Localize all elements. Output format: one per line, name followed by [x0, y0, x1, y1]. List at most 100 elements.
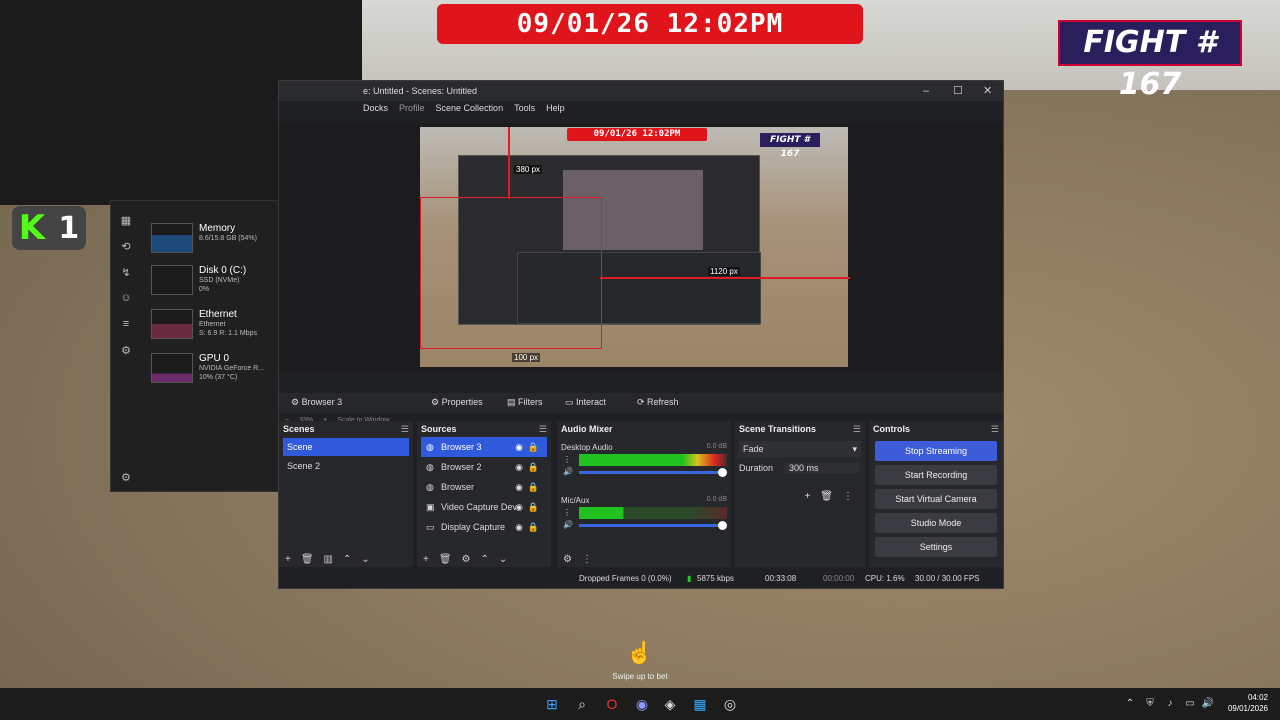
- tray-app-icon[interactable]: ⛨: [1142, 696, 1158, 712]
- move-down-icon[interactable]: ⌄: [361, 554, 369, 565]
- lock-icon[interactable]: 🔒: [528, 457, 539, 477]
- volume-meter: [579, 507, 727, 519]
- menu-help[interactable]: Help: [546, 103, 565, 113]
- windows-start-icon[interactable]: ⊞: [544, 696, 560, 712]
- gear-icon[interactable]: ⚙: [462, 554, 471, 565]
- tm-memory[interactable]: Memory 8.6/15.8 GB (54%): [151, 223, 257, 253]
- add-icon[interactable]: +: [423, 554, 429, 565]
- minimize-icon[interactable]: –: [923, 81, 929, 101]
- transition-select[interactable]: Fade ▾: [739, 441, 861, 457]
- move-up-icon[interactable]: ⌃: [481, 554, 489, 565]
- source-item[interactable]: ▣ Video Capture Dev ◉ 🔒: [421, 497, 547, 517]
- eye-icon[interactable]: ◉: [515, 497, 523, 517]
- source-item[interactable]: ◍ Browser 2 ◉ 🔒: [421, 457, 547, 477]
- history-icon[interactable]: ⟲: [121, 240, 130, 253]
- dock-menu-icon[interactable]: ☰: [991, 424, 999, 435]
- details-icon[interactable]: ≡: [123, 318, 129, 331]
- add-icon[interactable]: +: [285, 554, 291, 565]
- tm-disk[interactable]: Disk 0 (C:) SSD (NVMe) 0%: [151, 265, 246, 295]
- source-item[interactable]: ◍ Browser 3 ◉ 🔒: [421, 437, 547, 457]
- properties-button[interactable]: ⚙ Properties: [431, 397, 483, 408]
- services-icon[interactable]: ⚙: [121, 344, 131, 357]
- filters-button[interactable]: ▤ Filters: [507, 397, 543, 408]
- menu-scene-collection[interactable]: Scene Collection: [436, 103, 504, 113]
- performance-icon[interactable]: ▦: [121, 214, 131, 227]
- lock-icon[interactable]: 🔒: [528, 497, 539, 517]
- tm-gpu[interactable]: GPU 0 NVIDIA GeForce R... 10% (37 °C): [151, 353, 264, 383]
- trash-icon[interactable]: 🗑: [301, 554, 314, 565]
- mic-icon[interactable]: ♪: [1162, 696, 1178, 712]
- close-icon[interactable]: ✕: [983, 81, 992, 101]
- menu-profile[interactable]: Profile: [399, 103, 425, 113]
- scene-item[interactable]: Scene 2: [283, 457, 409, 475]
- app-icon[interactable]: ▦: [692, 696, 708, 712]
- search-icon[interactable]: ⌕: [574, 696, 590, 712]
- clock[interactable]: 04:02 09/01/2026: [1228, 692, 1268, 714]
- bitrate: 5875 kbps: [697, 574, 734, 583]
- dropped-frames: Dropped Frames 0 (0.0%): [579, 574, 672, 583]
- mixer-settings-icon[interactable]: ⚙: [563, 554, 572, 565]
- stop-streaming-button[interactable]: Stop Streaming: [875, 441, 997, 461]
- source-label: Display Capture: [441, 522, 506, 532]
- measure-right: 1120 px: [708, 267, 740, 276]
- trash-icon[interactable]: 🗑: [820, 491, 833, 502]
- slider-knob[interactable]: [718, 521, 727, 530]
- filter-icon[interactable]: ▥: [324, 554, 333, 565]
- settings-icon[interactable]: ⚙: [121, 471, 131, 484]
- volume-slider[interactable]: [579, 521, 727, 530]
- eye-icon[interactable]: ◉: [515, 457, 523, 477]
- menu-tools[interactable]: Tools: [514, 103, 535, 113]
- network-icon[interactable]: ▭: [1182, 696, 1198, 712]
- transition-type: Fade: [743, 444, 764, 454]
- add-icon[interactable]: +: [804, 491, 810, 502]
- refresh-button[interactable]: ⟳ Refresh: [637, 397, 679, 408]
- lock-icon[interactable]: 🔒: [528, 477, 539, 497]
- source-item[interactable]: ▭ Display Capture ◉ 🔒: [421, 517, 547, 537]
- duration-input[interactable]: 300 ms: [785, 463, 859, 473]
- mixer-menu-icon[interactable]: ⋮: [582, 554, 592, 565]
- source-item[interactable]: ◍ Browser ◉ 🔒: [421, 477, 547, 497]
- disk-graph: [151, 265, 193, 295]
- start-recording-button[interactable]: Start Recording: [875, 465, 997, 485]
- move-up-icon[interactable]: ⌃: [343, 554, 351, 565]
- interact-button[interactable]: ▭ Interact: [565, 397, 606, 408]
- scene-item[interactable]: Scene: [283, 438, 409, 456]
- startup-icon[interactable]: ↯: [121, 266, 130, 279]
- slider-knob[interactable]: [718, 468, 727, 477]
- speaker-icon[interactable]: 🔊: [563, 520, 573, 529]
- channel-menu-icon[interactable]: ⋮: [563, 455, 571, 464]
- volume-slider[interactable]: [579, 468, 727, 477]
- move-down-icon[interactable]: ⌄: [499, 554, 507, 565]
- studio-mode-button[interactable]: Studio Mode: [875, 513, 997, 533]
- eye-icon[interactable]: ◉: [515, 477, 523, 497]
- lock-icon[interactable]: 🔒: [528, 437, 539, 457]
- preview-canvas[interactable]: 09/01/26 12:02PM FIGHT # 167 380 px 1120…: [420, 127, 850, 367]
- dock-menu-icon[interactable]: ☰: [539, 424, 547, 435]
- start-virtual-camera-button[interactable]: Start Virtual Camera: [875, 489, 997, 509]
- trash-icon[interactable]: 🗑: [439, 554, 452, 565]
- tm-ethernet[interactable]: Ethernet Ethernet S: 6.9 R: 1.1 Mbps: [151, 309, 257, 339]
- preview-area[interactable]: 09/01/26 12:02PM FIGHT # 167 380 px 1120…: [279, 123, 1003, 424]
- channel-menu-icon[interactable]: ⋮: [563, 508, 571, 517]
- steam-icon[interactable]: ◈: [662, 696, 678, 712]
- controls-dock: Controls ☰ Stop Streaming Start Recording…: [869, 421, 1003, 567]
- eye-icon[interactable]: ◉: [515, 437, 523, 457]
- lock-icon[interactable]: 🔒: [528, 517, 539, 537]
- menu-icon[interactable]: ⋮: [843, 491, 853, 502]
- volume-icon[interactable]: 🔊: [1200, 696, 1216, 712]
- window-title: e: Untitled - Scenes: Untitled: [363, 86, 478, 96]
- maximize-icon[interactable]: ☐: [953, 81, 963, 101]
- opera-icon[interactable]: O: [604, 696, 620, 712]
- settings-button[interactable]: Settings: [875, 537, 997, 557]
- tray-chevron-icon[interactable]: ⌃: [1122, 696, 1138, 712]
- discord-icon[interactable]: ◉: [634, 696, 650, 712]
- selected-source-box[interactable]: [420, 197, 602, 349]
- tm-item-name: Disk 0 (C:): [199, 265, 247, 276]
- obs-icon[interactable]: ◎: [722, 696, 738, 712]
- eye-icon[interactable]: ◉: [515, 517, 523, 537]
- users-icon[interactable]: ☺: [120, 292, 131, 305]
- dock-menu-icon[interactable]: ☰: [401, 424, 409, 435]
- menu-docks[interactable]: Docks: [363, 103, 388, 113]
- speaker-icon[interactable]: 🔊: [563, 467, 573, 476]
- dock-menu-icon[interactable]: ☰: [853, 424, 861, 435]
